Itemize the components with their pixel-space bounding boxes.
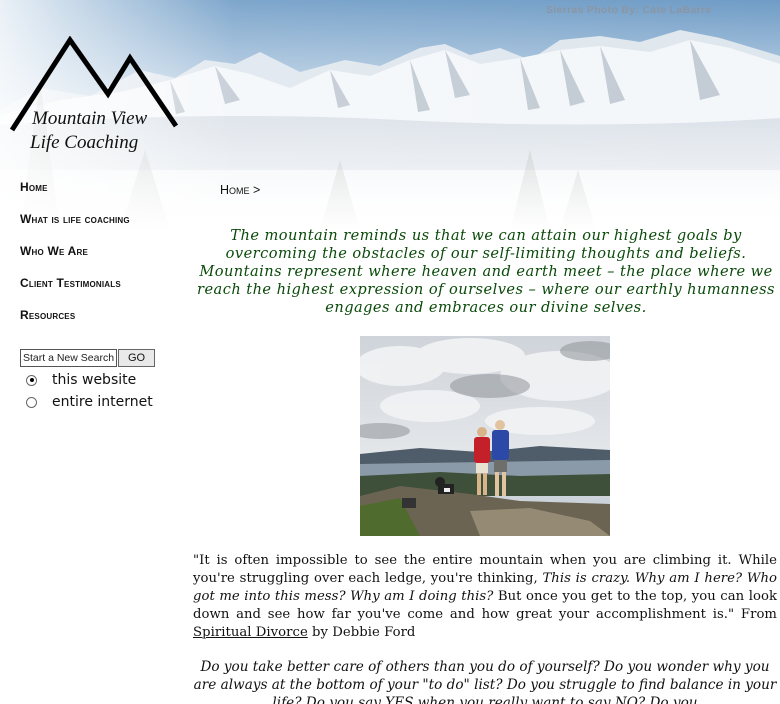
summit-photo <box>360 336 610 536</box>
nav-item-home[interactable]: Home <box>20 180 190 212</box>
search-scope-option-website[interactable]: this website <box>20 371 195 389</box>
site-logo[interactable]: Mountain View Life Coaching <box>8 36 183 161</box>
radio-website[interactable] <box>26 374 37 386</box>
questions-paragraph: Do you take better care of others than y… <box>193 659 777 704</box>
main-nav: Home What is life coaching Who We Are Cl… <box>20 180 190 340</box>
search-go-button[interactable]: GO <box>118 349 155 367</box>
search-scope-option-internet[interactable]: entire internet <box>20 393 195 411</box>
nav-item-client-testimonials[interactable]: Client Testimonials <box>20 276 190 308</box>
search-box: GO this website entire internet <box>20 349 195 411</box>
nav-item-what-is-life-coaching[interactable]: What is life coaching <box>20 212 190 244</box>
book-link[interactable]: Spiritual Divorce <box>193 625 308 640</box>
climbing-quote-paragraph: "It is often impossible to see the entir… <box>193 552 777 642</box>
radio-internet-label: entire internet <box>52 394 153 410</box>
body-text-part3: by Debbie Ford <box>307 625 416 640</box>
nav-item-who-we-are[interactable]: Who We Are <box>20 244 190 276</box>
photo-credit: Sierras Photo By: Cate LaBarre <box>546 4 712 16</box>
mountain-quote: The mountain reminds us that we can atta… <box>197 227 775 316</box>
logo-text-line1: Mountain View <box>32 108 148 129</box>
summit-photo-image <box>360 336 610 536</box>
radio-internet[interactable] <box>26 396 37 408</box>
radio-website-label: this website <box>52 372 137 388</box>
logo-text-line2: Life Coaching <box>30 132 139 153</box>
nav-item-resources[interactable]: Resources <box>20 308 190 340</box>
search-input[interactable] <box>20 349 117 367</box>
breadcrumb[interactable]: Home > <box>220 183 260 197</box>
